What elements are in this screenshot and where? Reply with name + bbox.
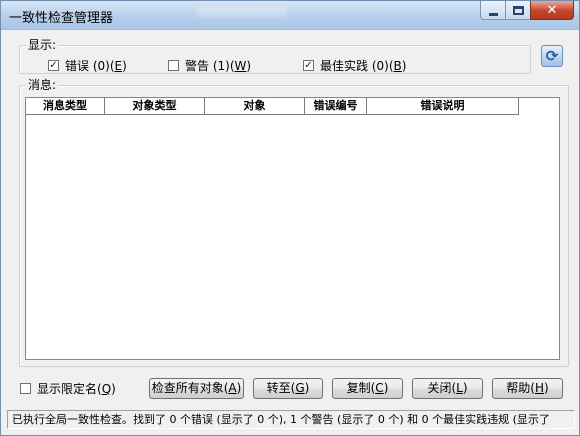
display-group-label: 显示: bbox=[26, 38, 59, 52]
messages-group-label: 消息: bbox=[26, 78, 59, 92]
best-practices-checkbox[interactable]: ✓ bbox=[303, 60, 314, 71]
warnings-checkbox-item[interactable]: 警告 (1)(W) bbox=[168, 57, 251, 74]
check-all-objects-button[interactable]: 检查所有对象(A) bbox=[149, 378, 244, 399]
show-qualified-names-label: 显示限定名(Q) bbox=[37, 382, 116, 396]
column-message-type[interactable]: 消息类型 bbox=[26, 98, 105, 114]
best-practices-checkbox-item[interactable]: ✓ 最佳实践 (0)(B) bbox=[303, 57, 406, 74]
maximize-icon bbox=[512, 5, 524, 15]
column-object-type[interactable]: 对象类型 bbox=[105, 98, 205, 114]
close-button[interactable]: 关闭(L) bbox=[412, 378, 483, 399]
status-bar: 已执行全局一致性检查。找到了 0 个错误 (显示了 0 个), 1 个警告 (显… bbox=[7, 410, 575, 429]
minimize-icon bbox=[488, 12, 498, 16]
show-qualified-names-item[interactable]: 显示限定名(Q) bbox=[20, 380, 116, 397]
refresh-button[interactable]: ⟳ bbox=[541, 45, 563, 67]
close-window-button[interactable]: ✕ bbox=[530, 1, 574, 20]
warnings-label: 警告 (1)(W) bbox=[185, 59, 252, 73]
messages-table[interactable]: 消息类型 对象类型 对象 错误编号 错误说明 bbox=[25, 97, 560, 360]
title-reflection bbox=[197, 7, 287, 17]
errors-checkbox-item[interactable]: ✓ 错误 (0)(E) bbox=[48, 57, 127, 74]
maximize-button[interactable] bbox=[505, 1, 531, 20]
window-title: 一致性检查管理器 bbox=[9, 11, 114, 26]
consistency-check-manager-window: 一致性检查管理器 ✕ 显示: ✓ 错误 (0)(E) 警告 (1)(W) ✓ 最… bbox=[0, 0, 580, 436]
status-text: 已执行全局一致性检查。找到了 0 个错误 (显示了 0 个), 1 个警告 (显… bbox=[12, 413, 550, 426]
warnings-checkbox[interactable] bbox=[168, 60, 179, 71]
column-error-number[interactable]: 错误编号 bbox=[305, 98, 367, 114]
minimize-button[interactable] bbox=[480, 1, 506, 20]
goto-button[interactable]: 转至(G) bbox=[253, 378, 323, 399]
errors-label: 错误 (0)(E) bbox=[65, 59, 127, 73]
best-practices-label: 最佳实践 (0)(B) bbox=[320, 59, 407, 73]
close-icon: ✕ bbox=[546, 2, 558, 18]
column-error-description[interactable]: 错误说明 bbox=[367, 98, 519, 114]
column-object[interactable]: 对象 bbox=[205, 98, 305, 114]
show-qualified-names-checkbox[interactable] bbox=[20, 383, 31, 394]
copy-button[interactable]: 复制(C) bbox=[332, 378, 403, 399]
help-button[interactable]: 帮助(H) bbox=[492, 378, 563, 399]
errors-checkbox[interactable]: ✓ bbox=[48, 60, 59, 71]
display-groupbox: 显示: ✓ 错误 (0)(E) 警告 (1)(W) ✓ 最佳实践 (0)(B) bbox=[19, 38, 531, 74]
table-header: 消息类型 对象类型 对象 错误编号 错误说明 bbox=[26, 98, 519, 115]
table-body bbox=[26, 115, 559, 359]
title-bar[interactable]: 一致性检查管理器 ✕ bbox=[1, 1, 579, 30]
refresh-icon: ⟳ bbox=[545, 46, 559, 65]
